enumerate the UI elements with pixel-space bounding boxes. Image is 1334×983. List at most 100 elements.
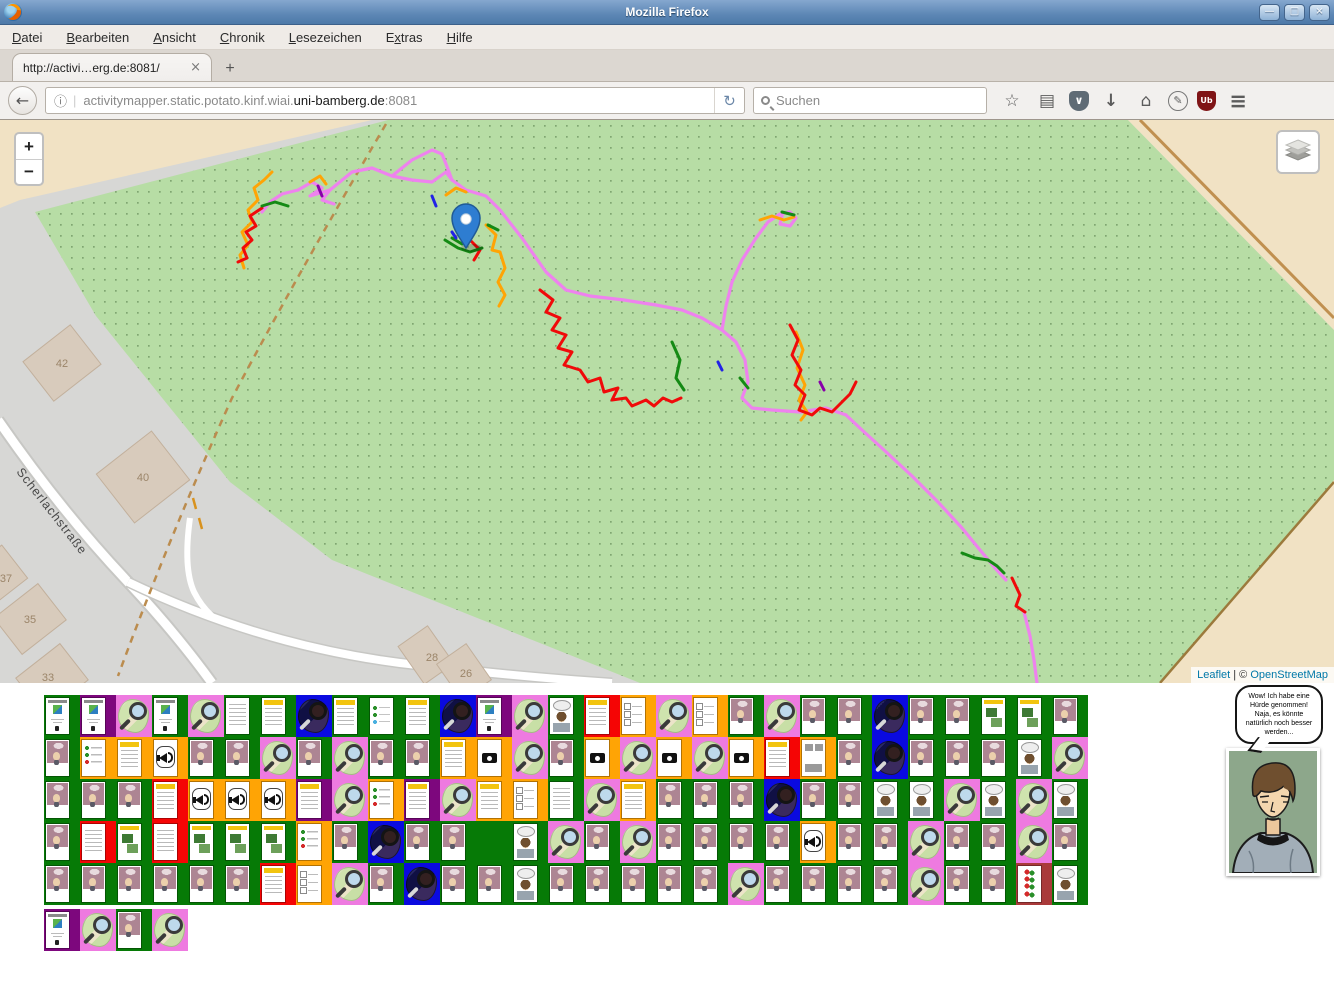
downloads-icon[interactable]: ↓ [1098, 88, 1124, 114]
timeline-tile[interactable] [512, 695, 548, 737]
timeline-tile[interactable] [548, 779, 584, 821]
timeline-tile[interactable] [152, 695, 188, 737]
timeline-tile[interactable] [116, 863, 152, 905]
timeline-tile[interactable] [476, 821, 512, 863]
timeline-tile[interactable] [260, 821, 296, 863]
zoom-in-button[interactable]: + [16, 134, 42, 159]
timeline-tile[interactable] [368, 863, 404, 905]
menu-datei[interactable]: Datei [12, 30, 42, 45]
zoom-out-button[interactable]: − [16, 159, 42, 184]
timeline-tile[interactable] [44, 737, 80, 779]
timeline-tile[interactable] [152, 737, 188, 779]
timeline-tile[interactable] [1016, 737, 1052, 779]
timeline-tile[interactable] [800, 737, 836, 779]
reload-button[interactable]: ↻ [714, 88, 744, 113]
timeline-tile[interactable] [440, 863, 476, 905]
osm-link[interactable]: OpenStreetMap [1250, 669, 1328, 681]
timeline-tile[interactable] [224, 695, 260, 737]
timeline-tile[interactable] [836, 737, 872, 779]
menu-chronik[interactable]: Chronik [220, 30, 265, 45]
back-button[interactable]: ← [8, 86, 37, 115]
timeline-tile[interactable] [440, 695, 476, 737]
timeline-tile[interactable] [656, 695, 692, 737]
new-tab-button[interactable]: + [216, 57, 244, 81]
layers-control[interactable] [1276, 130, 1320, 174]
timeline-tile[interactable] [944, 863, 980, 905]
timeline-tile[interactable] [872, 863, 908, 905]
timeline-tile[interactable] [296, 695, 332, 737]
timeline-tile[interactable] [620, 821, 656, 863]
timeline-tile[interactable] [224, 821, 260, 863]
timeline-tile[interactable] [332, 779, 368, 821]
timeline-tile[interactable] [872, 779, 908, 821]
timeline-tile[interactable] [1052, 695, 1088, 737]
timeline-tile[interactable] [836, 821, 872, 863]
timeline-tile[interactable] [980, 737, 1016, 779]
timeline-tile[interactable] [296, 737, 332, 779]
menu-ansicht[interactable]: Ansicht [153, 30, 196, 45]
timeline-tile[interactable] [368, 779, 404, 821]
timeline-tile[interactable] [260, 737, 296, 779]
timeline-tile[interactable] [224, 779, 260, 821]
timeline-tile[interactable] [548, 737, 584, 779]
timeline-tile[interactable] [368, 821, 404, 863]
timeline-tile[interactable] [44, 821, 80, 863]
timeline-tile[interactable] [944, 779, 980, 821]
timeline-tile[interactable] [440, 821, 476, 863]
timeline-tile[interactable] [224, 737, 260, 779]
timeline-tile[interactable] [512, 779, 548, 821]
timeline-tile[interactable] [872, 821, 908, 863]
timeline-tile[interactable] [296, 821, 332, 863]
search-bar[interactable] [753, 87, 987, 114]
timeline-tile[interactable] [548, 821, 584, 863]
url-bar[interactable]: ⓘ | activitymapper.static.potato.kinf.wi… [45, 87, 745, 114]
timeline-tile[interactable] [476, 779, 512, 821]
minimize-button[interactable]: — [1259, 4, 1280, 21]
timeline-tile[interactable] [656, 737, 692, 779]
timeline-tile[interactable] [512, 737, 548, 779]
timeline-tile[interactable] [908, 821, 944, 863]
timeline-tile[interactable] [1052, 821, 1088, 863]
timeline-tile[interactable] [836, 863, 872, 905]
timeline-tile[interactable] [116, 737, 152, 779]
timeline-tile[interactable] [656, 821, 692, 863]
timeline-tile[interactable] [476, 695, 512, 737]
timeline-tile[interactable] [980, 821, 1016, 863]
timeline-tile[interactable] [512, 821, 548, 863]
timeline-tile[interactable] [800, 821, 836, 863]
tab-close-icon[interactable]: × [190, 60, 201, 75]
timeline-tile[interactable] [1016, 695, 1052, 737]
timeline-tile[interactable] [728, 695, 764, 737]
timeline-tile[interactable] [116, 695, 152, 737]
timeline-tile[interactable] [1052, 863, 1088, 905]
timeline-tile[interactable] [944, 695, 980, 737]
timeline-tile[interactable] [296, 779, 332, 821]
ublock-icon[interactable]: Ub [1197, 91, 1216, 111]
timeline-tile[interactable] [476, 863, 512, 905]
timeline-tile[interactable] [332, 737, 368, 779]
menu-extras[interactable]: Extras [386, 30, 423, 45]
timeline-tile[interactable] [188, 821, 224, 863]
timeline-tile[interactable] [80, 737, 116, 779]
timeline-tile[interactable] [80, 821, 116, 863]
timeline-tile[interactable] [1052, 779, 1088, 821]
timeline-tile[interactable] [1016, 779, 1052, 821]
menu-bearbeiten[interactable]: Bearbeiten [66, 30, 129, 45]
timeline-tile[interactable] [548, 863, 584, 905]
timeline-tile[interactable] [44, 779, 80, 821]
timeline-tile[interactable] [620, 779, 656, 821]
reading-list-icon[interactable]: ▤ [1034, 88, 1060, 114]
timeline-tile[interactable] [44, 863, 80, 905]
timeline-tile[interactable] [908, 779, 944, 821]
timeline-tile[interactable] [764, 695, 800, 737]
timeline-tile[interactable] [260, 779, 296, 821]
timeline-tile[interactable] [620, 737, 656, 779]
menu-lesezeichen[interactable]: Lesezeichen [289, 30, 362, 45]
timeline-tile[interactable] [764, 821, 800, 863]
bookmark-star-icon[interactable]: ☆ [999, 88, 1025, 114]
timeline-tile[interactable] [656, 863, 692, 905]
timeline-tile[interactable] [152, 779, 188, 821]
timeline-tile[interactable] [584, 821, 620, 863]
timeline-tile[interactable] [440, 779, 476, 821]
timeline-tile[interactable] [116, 779, 152, 821]
